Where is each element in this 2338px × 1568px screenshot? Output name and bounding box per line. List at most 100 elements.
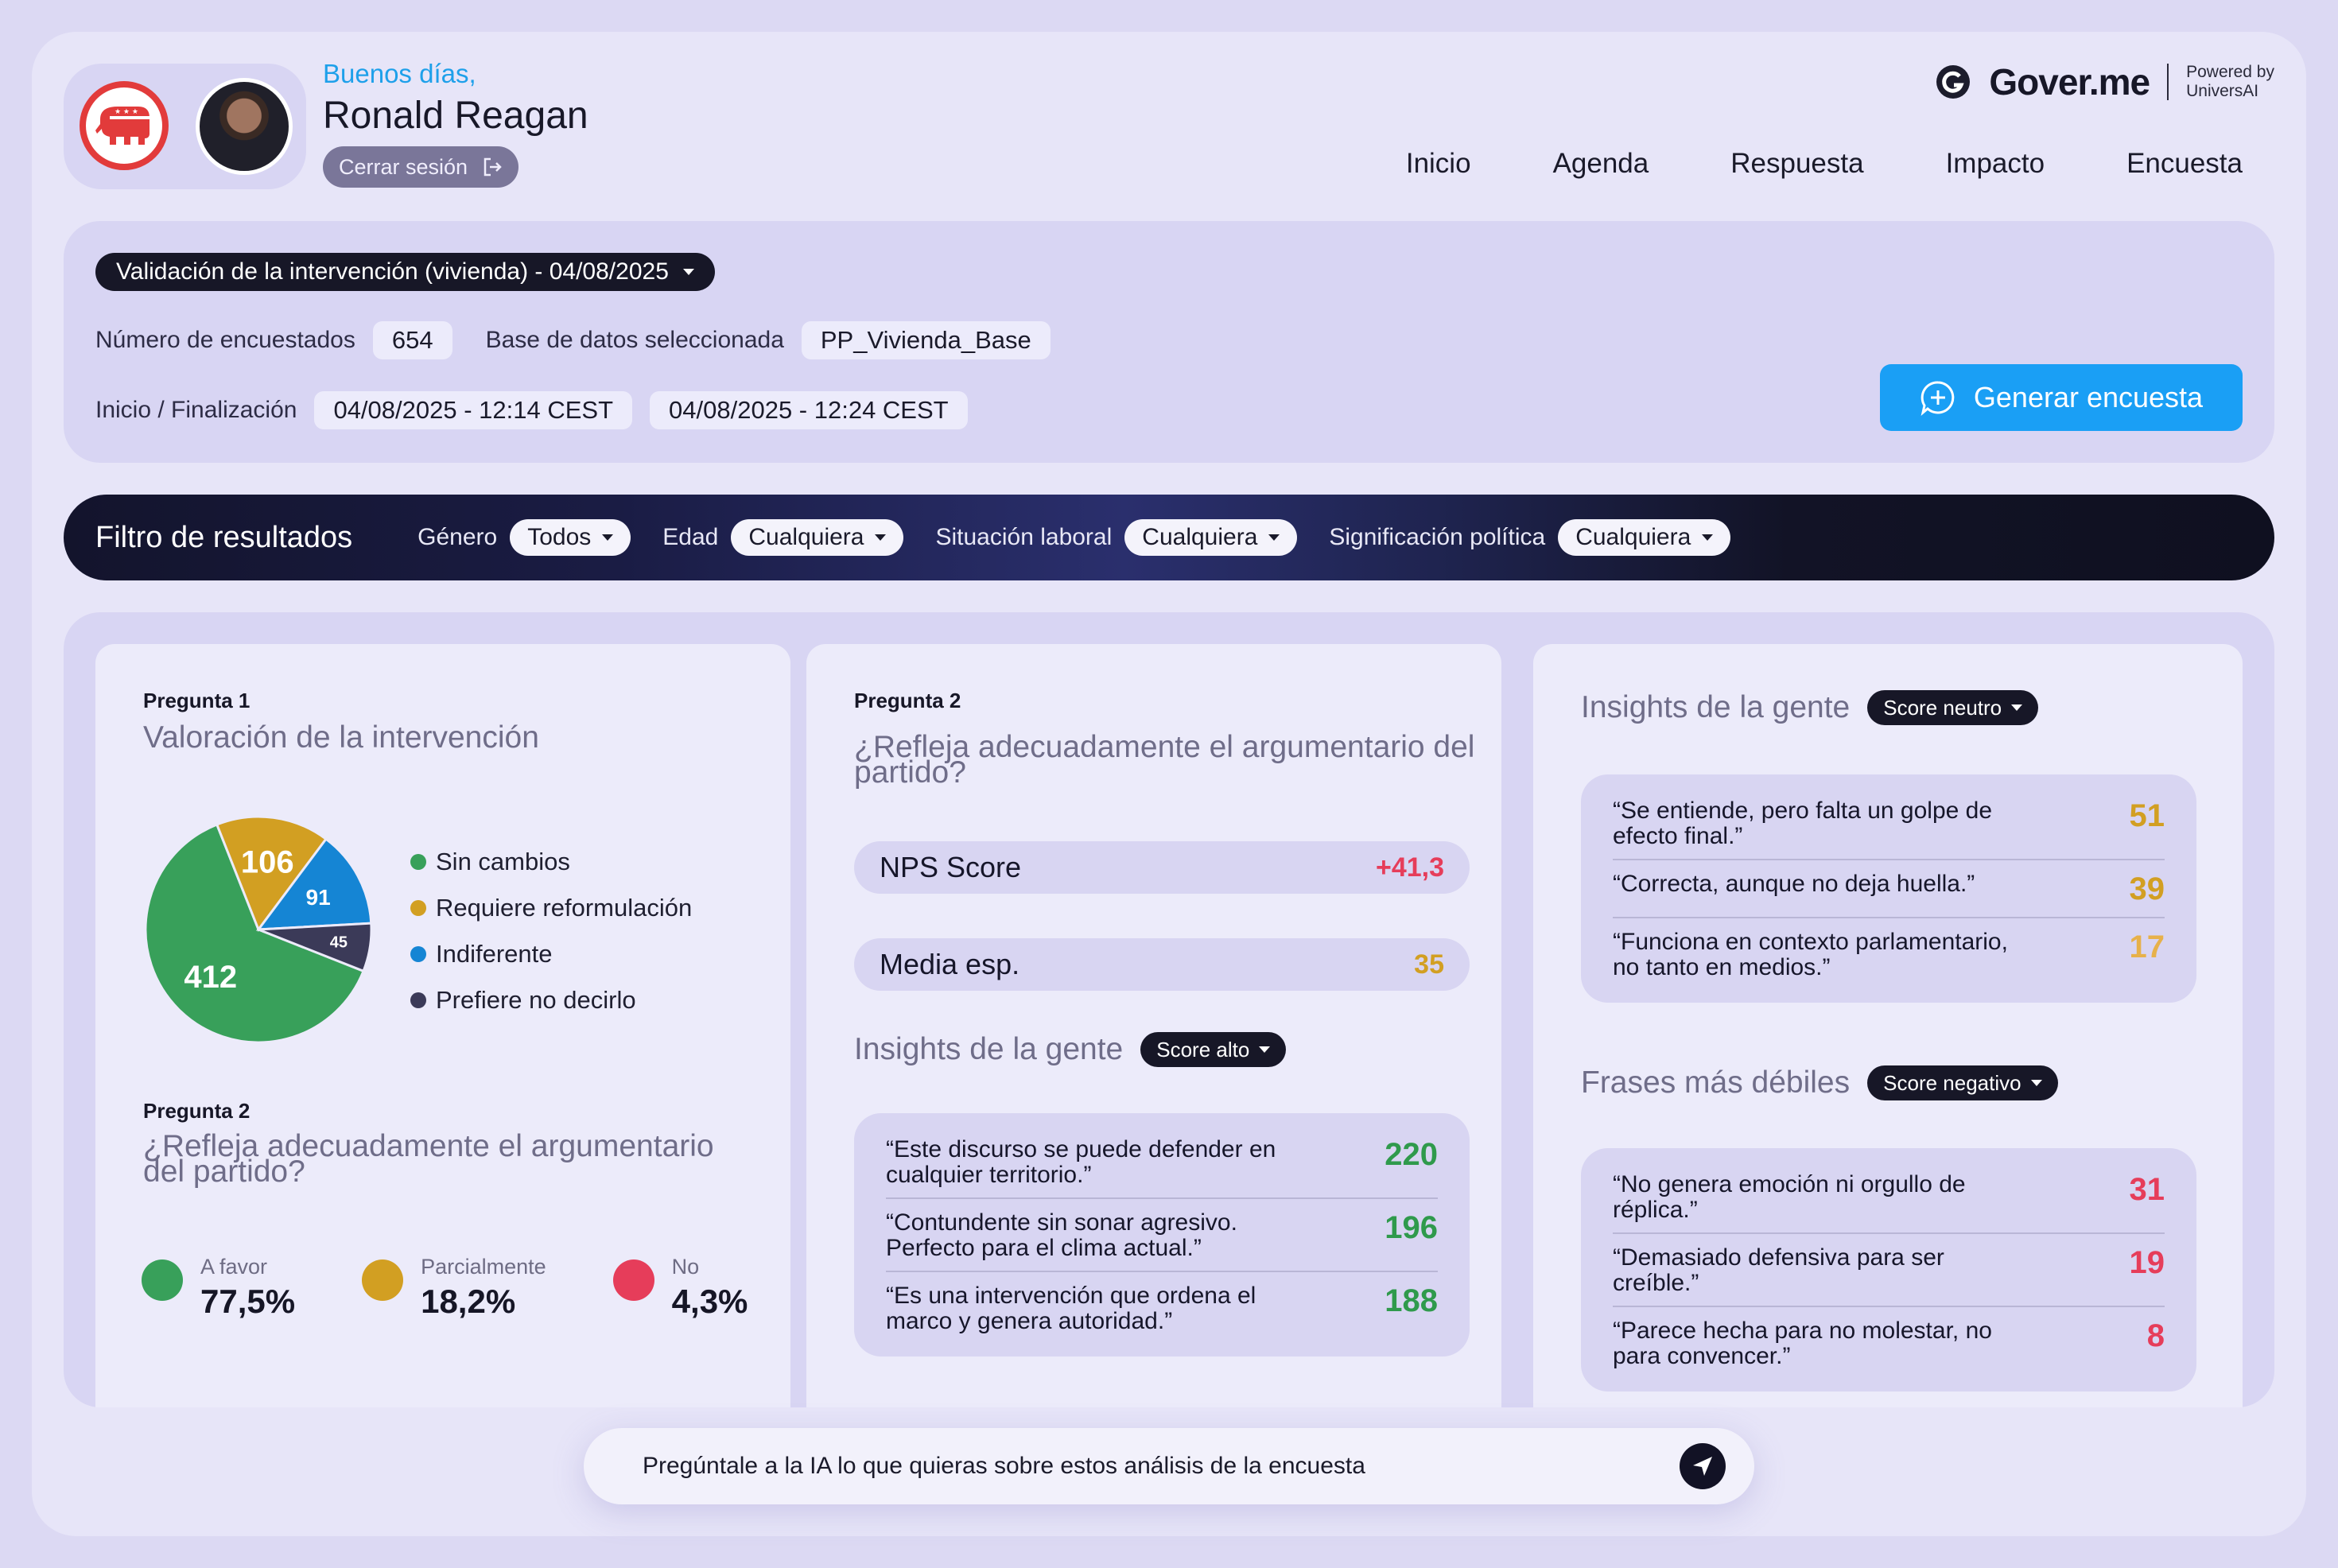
- survey-info-panel: Validación de la intervención (vivienda)…: [64, 221, 2274, 463]
- mean-value: 35: [1414, 949, 1444, 980]
- stat-no: No 4,3%: [612, 1255, 748, 1321]
- stat-value: 4,3%: [671, 1283, 748, 1320]
- question-1-tag: Pregunta 1: [143, 689, 250, 712]
- database-label: Base de datos seleccionada: [485, 327, 784, 353]
- score-negativo-dropdown[interactable]: Score negativo: [1867, 1065, 2058, 1100]
- dates-label: Inicio / Finalización: [95, 397, 297, 423]
- end-date: 04/08/2025 - 12:24 CEST: [650, 391, 968, 429]
- nav-impacto[interactable]: Impacto: [1946, 148, 2045, 180]
- list-item: “Correcta, aunque no deja huella.” 39: [1613, 860, 2165, 918]
- legend-item-prefiere-no-decirlo: Prefiere no decirlo: [410, 977, 692, 1023]
- list-item: “Contundente sin sonar agresivo. Perfecto…: [886, 1199, 1438, 1272]
- chevron-down-icon: [2011, 704, 2023, 711]
- quote-score: 196: [1385, 1210, 1438, 1245]
- quote-text: “No genera emoción ni orgullo de réplica.…: [1613, 1172, 2026, 1223]
- party-elephant-logo: ★ ★ ★: [80, 81, 169, 170]
- quote-score: 17: [2129, 930, 2165, 964]
- filter-employment-label: Situación laboral: [935, 524, 1113, 550]
- insights-quote-list: “Este discurso se puede defender en cualq…: [854, 1113, 1470, 1356]
- survey-select-dropdown[interactable]: Validación de la intervención (vivienda)…: [95, 253, 715, 291]
- quote-score: 31: [2129, 1172, 2165, 1207]
- nps-label: NPS Score: [880, 851, 1022, 883]
- filter-employment-value: Cualquiera: [1142, 524, 1258, 550]
- list-item: “Demasiado defensiva para ser creíble.” 1…: [1613, 1234, 2165, 1307]
- quote-line: réplica.”: [1613, 1197, 1698, 1223]
- svg-text:★ ★ ★: ★ ★ ★: [115, 108, 138, 116]
- greeting-text: Buenos días,: [323, 59, 476, 88]
- mean-label: Media esp.: [880, 948, 1020, 980]
- quote-line: “No genera emoción ni orgullo de: [1613, 1171, 1966, 1197]
- nav-respuesta[interactable]: Respuesta: [1730, 148, 1863, 180]
- filter-employment-select[interactable]: Cualquiera: [1124, 519, 1298, 556]
- pie-label-sin-cambios: 412: [184, 960, 237, 995]
- survey-select-label: Validación de la intervención (vivienda)…: [116, 258, 669, 285]
- score-alto-dropdown[interactable]: Score alto: [1140, 1032, 1287, 1067]
- chevron-down-icon: [1268, 534, 1280, 541]
- powered-by-line1: Powered by: [2186, 63, 2274, 81]
- stat-a-favor: A favor 77,5%: [142, 1255, 295, 1321]
- send-button[interactable]: [1680, 1443, 1726, 1489]
- question-2-tag: Pregunta 2: [854, 689, 961, 712]
- legend-item-sin-cambios: Sin cambios: [410, 839, 692, 885]
- quote-score: 188: [1385, 1283, 1438, 1318]
- question-1-title: Valoración de la intervención: [143, 720, 539, 755]
- quote-score: 19: [2129, 1245, 2165, 1280]
- quote-score: 8: [2146, 1318, 2165, 1353]
- question-2-stats: A favor 77,5% Parcialmente 18,2% No 4,3%: [142, 1255, 748, 1321]
- stat-value: 18,2%: [421, 1283, 516, 1320]
- quote-score: 51: [2129, 798, 2165, 833]
- quote-text: “Correcta, aunque no deja huella.”: [1613, 871, 2026, 897]
- powered-by-line2: UniversAI: [2186, 82, 2259, 100]
- score-neutro-dropdown[interactable]: Score neutro: [1867, 690, 2039, 725]
- quote-line: marco y genera autoridad.”: [886, 1308, 1173, 1334]
- insights-title: Insights de la gente: [854, 1032, 1124, 1066]
- chevron-down-icon: [875, 534, 887, 541]
- chevron-down-icon: [1259, 1046, 1271, 1053]
- nav-agenda[interactable]: Agenda: [1553, 148, 1649, 180]
- legend-label: Requiere reformulación: [436, 894, 693, 922]
- filter-political-label: Significación política: [1329, 524, 1546, 550]
- score-neutro-label: Score neutro: [1883, 695, 2002, 720]
- question-2-tag: Pregunta 2: [143, 1099, 250, 1123]
- insights-header: Insights de la gente Score alto: [854, 1032, 1287, 1067]
- ai-prompt-bar[interactable]: Pregúntale a la IA lo que quieras sobre …: [584, 1428, 1754, 1504]
- start-date: 04/08/2025 - 12:14 CEST: [314, 391, 633, 429]
- mean-score-row: Media esp. 35: [854, 938, 1470, 991]
- stat-label: Parcialmente: [421, 1255, 546, 1279]
- brand: Gover.me Powered by UniversAI: [1935, 60, 2274, 103]
- powered-by: Powered by UniversAI: [2186, 63, 2274, 101]
- question-2-title-line2: partido?: [854, 755, 966, 790]
- nav-encuesta[interactable]: Encuesta: [2126, 148, 2243, 180]
- neutral-quote-list: “Se entiende, pero falta un golpe de efec…: [1581, 774, 2196, 1003]
- generate-survey-label: Generar encuesta: [1973, 381, 2204, 413]
- insights-card: Insights de la gente Score neutro “Se en…: [1533, 644, 2243, 1407]
- filter-political-select[interactable]: Cualquiera: [1558, 519, 1731, 556]
- nav-inicio[interactable]: Inicio: [1406, 148, 1471, 180]
- list-item: “Funciona en contexto parlamentario, no t…: [1613, 918, 2165, 990]
- chevron-down-icon: [1702, 534, 1714, 541]
- send-icon: [1693, 1457, 1712, 1476]
- generate-survey-button[interactable]: Generar encuesta: [1880, 364, 2243, 431]
- filter-age-select[interactable]: Cualquiera: [731, 519, 904, 556]
- filter-political-value: Cualquiera: [1575, 524, 1691, 550]
- question-1-card: Pregunta 1 Valoración de la intervención…: [95, 644, 790, 1407]
- logout-icon: [484, 157, 502, 177]
- filter-gender-label: Género: [418, 524, 498, 550]
- quote-line: “Funciona en contexto parlamentario,: [1613, 929, 2008, 955]
- legend-label: Indiferente: [436, 940, 553, 968]
- user-avatar[interactable]: [196, 78, 293, 175]
- stat-label: A favor: [200, 1255, 268, 1279]
- ai-prompt-input[interactable]: Pregúntale a la IA lo que quieras sobre …: [643, 1453, 1365, 1480]
- legend-dot: [410, 946, 426, 962]
- question-2-card: Pregunta 2 ¿Refleja adecuadamente el arg…: [806, 644, 1501, 1407]
- quote-line: “Demasiado defensiva para ser: [1613, 1244, 1944, 1271]
- quote-text: “Este discurso se puede defender en cualq…: [886, 1137, 1299, 1188]
- quote-text: “Demasiado defensiva para ser creíble.”: [1613, 1245, 2026, 1296]
- logout-button[interactable]: Cerrar sesión: [323, 146, 519, 188]
- quote-text: “Contundente sin sonar agresivo. Perfecto…: [886, 1210, 1299, 1261]
- nps-score-row: NPS Score +41,3: [854, 841, 1470, 894]
- quote-line: cualquier territorio.”: [886, 1162, 1092, 1188]
- filter-gender-select[interactable]: Todos: [510, 519, 631, 556]
- pie-legend: Sin cambios Requiere reformulación Indif…: [410, 839, 692, 1023]
- legend-label: Sin cambios: [436, 848, 570, 875]
